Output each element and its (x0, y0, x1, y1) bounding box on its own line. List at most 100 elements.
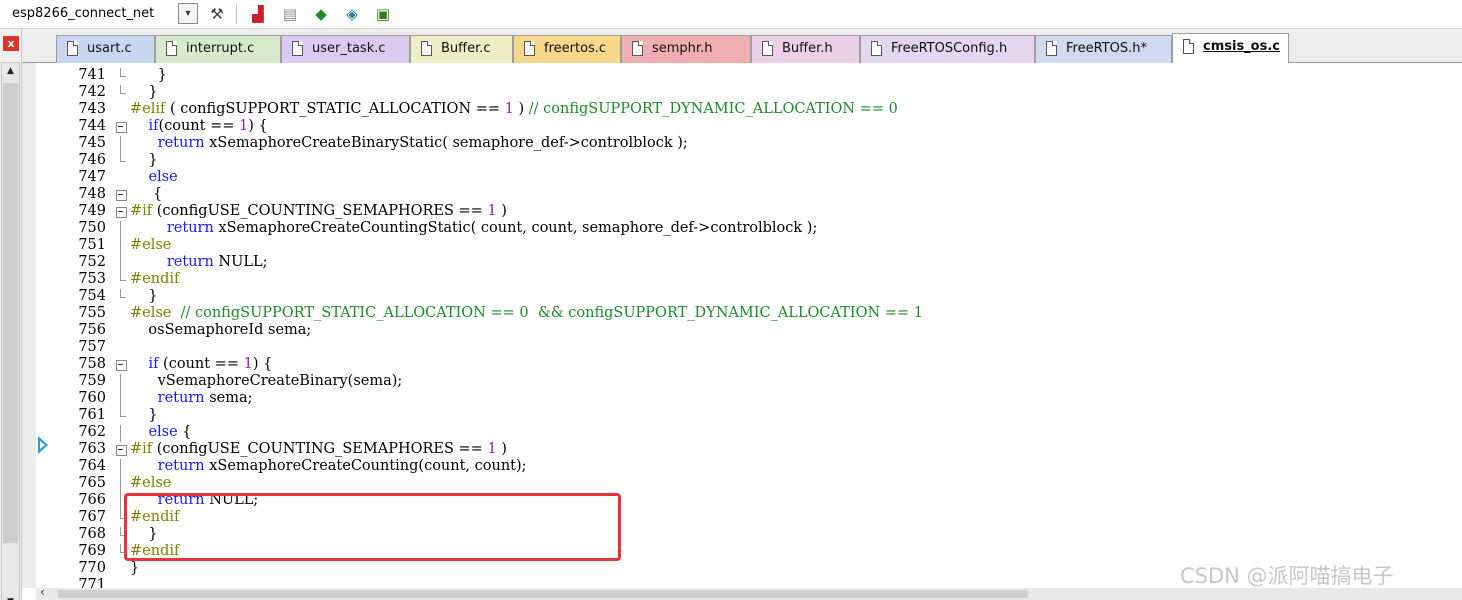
fold-line (116, 255, 126, 272)
line-number: 760 (78, 390, 106, 406)
fold-line (116, 221, 126, 238)
tab-label: FreeRTOSConfig.h (891, 41, 1008, 56)
pack-installer-icon[interactable]: ◈ (341, 3, 363, 25)
line-number: 750 (78, 220, 106, 236)
line-number: 768 (78, 526, 106, 542)
code-line: 763 #if (configUSE_COUNTING_SEMAPHORES ==… (58, 441, 1458, 458)
tab-freertosconfig-h[interactable]: FreeRTOSConfig.h (860, 35, 1035, 63)
line-number: 762 (78, 424, 106, 440)
tab-freertos-h[interactable]: FreeRTOS.h* (1035, 35, 1172, 63)
code-line: 742 } (58, 84, 1458, 101)
file-icon (1046, 41, 1057, 56)
green-diamond-icon[interactable]: ◆ (310, 3, 332, 25)
line-number: 765 (78, 475, 106, 491)
line-number: 763 (78, 441, 106, 457)
code-text: { (130, 186, 163, 202)
tab-label: freertos.c (544, 41, 607, 56)
target-select[interactable]: esp8266_connect_net (4, 3, 200, 25)
code-line: 749 #if (configUSE_COUNTING_SEMAPHORES ==… (58, 203, 1458, 220)
tab-label: interrupt.c (186, 41, 255, 56)
tab-freertos-c[interactable]: freertos.c (513, 35, 621, 63)
line-number: 742 (78, 84, 106, 100)
code-line: 743 #elif ( configSUPPORT_STATIC_ALLOCATI… (58, 101, 1458, 118)
tab-interrupt-c[interactable]: interrupt.c (155, 35, 281, 63)
code-text: } (130, 560, 140, 576)
code-line: 760 return sema; (58, 390, 1458, 408)
line-number: 753 (78, 271, 106, 287)
execution-pointer-inner (40, 441, 45, 449)
file-icon (632, 41, 643, 56)
fold-line (116, 272, 126, 288)
close-icon[interactable]: x (3, 36, 19, 51)
code-line: 765 #else (58, 475, 1458, 493)
editor-gutter (22, 63, 36, 588)
package-icon[interactable]: ▣ (372, 3, 394, 25)
fold-toggle-icon[interactable] (116, 119, 127, 135)
fold-line (116, 153, 126, 169)
line-number: 751 (78, 237, 106, 253)
fold-toggle-icon[interactable] (116, 357, 127, 373)
code-text: } (130, 84, 158, 100)
tab-cmsis-os-c[interactable]: cmsis_os.c (1172, 33, 1289, 64)
chevron-down-icon[interactable]: ▾ (178, 3, 198, 24)
fold-toggle-icon[interactable] (116, 442, 127, 458)
fold-line (116, 68, 126, 84)
line-number: 744 (78, 118, 106, 134)
code-line: 756 osSemaphoreId sema; (58, 322, 1458, 339)
fold-toggle-icon[interactable] (116, 187, 127, 203)
fold-line (116, 391, 126, 408)
line-number: 759 (78, 373, 106, 389)
line-number: 770 (78, 560, 106, 576)
toolbar-separator (236, 4, 237, 24)
line-number: 755 (78, 305, 106, 321)
scroll-down-icon[interactable]: ▼ (3, 595, 18, 600)
code-editor[interactable]: 741 } 742 } 743 #elif ( configSUPPORT_STATI… (22, 63, 1462, 588)
line-number: 767 (78, 509, 106, 525)
scrollbar-thumb[interactable] (58, 590, 1028, 598)
line-number: 764 (78, 458, 106, 474)
line-number: 747 (78, 169, 106, 185)
line-number: 748 (78, 186, 106, 202)
editor-tabbar: usart.c interrupt.c user_task.c Buffer.c fre… (22, 29, 1462, 64)
file-icon (871, 41, 882, 56)
code-text: } (130, 67, 167, 83)
file-icon (421, 41, 432, 56)
file-icon (762, 41, 773, 56)
code-line: 753 #endif (58, 271, 1458, 288)
line-number: 769 (78, 543, 106, 559)
fold-line (116, 374, 126, 391)
tab-label: cmsis_os.c (1203, 39, 1280, 54)
code-text: #if (configUSE_COUNTING_SEMAPHORES == 1 … (130, 203, 507, 219)
code-line: 748 { (58, 186, 1458, 203)
magic-wand-icon[interactable]: ⚒ (206, 3, 228, 25)
code-text: #else // configSUPPORT_STATIC_ALLOCATION… (130, 305, 923, 321)
line-number: 746 (78, 152, 106, 168)
tab-buffer-h[interactable]: Buffer.h (751, 35, 860, 63)
scroll-up-icon[interactable]: ▲ (3, 64, 18, 79)
code-text: #else (130, 475, 172, 491)
code-text: return xSemaphoreCreateCountingStatic( c… (166, 220, 818, 236)
tab-label: FreeRTOS.h* (1066, 41, 1147, 56)
code-text: return NULL; (166, 254, 268, 270)
manage-components-icon[interactable]: ▟ (247, 3, 269, 25)
scrollbar-thumb[interactable] (3, 83, 18, 543)
tab-label: usart.c (87, 41, 132, 56)
line-number: 754 (78, 288, 106, 304)
scroll-left-icon[interactable]: ‹ (40, 585, 45, 599)
line-number: 741 (78, 67, 106, 83)
line-number: 745 (78, 135, 106, 151)
code-line: 758 if (count == 1) { (58, 356, 1458, 373)
vertical-scrollbar[interactable]: ▲ ▼ (1, 62, 20, 600)
tab-semphr-h[interactable]: semphr.h (621, 35, 751, 63)
file-icon (524, 41, 535, 56)
code-text: } (130, 407, 158, 423)
tab-usart-c[interactable]: usart.c (56, 35, 155, 63)
window-layout-icon[interactable]: ▤ (279, 3, 301, 25)
tab-buffer-c[interactable]: Buffer.c (410, 35, 513, 63)
fold-toggle-icon[interactable] (116, 204, 127, 220)
code-line: 745 return xSemaphoreCreateBinaryStatic(… (58, 135, 1458, 153)
code-text: #endif (130, 271, 180, 287)
tab-user-task-c[interactable]: user_task.c (281, 35, 410, 63)
code-text: } (130, 152, 158, 168)
code-text: #elif ( configSUPPORT_STATIC_ALLOCATION … (130, 101, 898, 117)
